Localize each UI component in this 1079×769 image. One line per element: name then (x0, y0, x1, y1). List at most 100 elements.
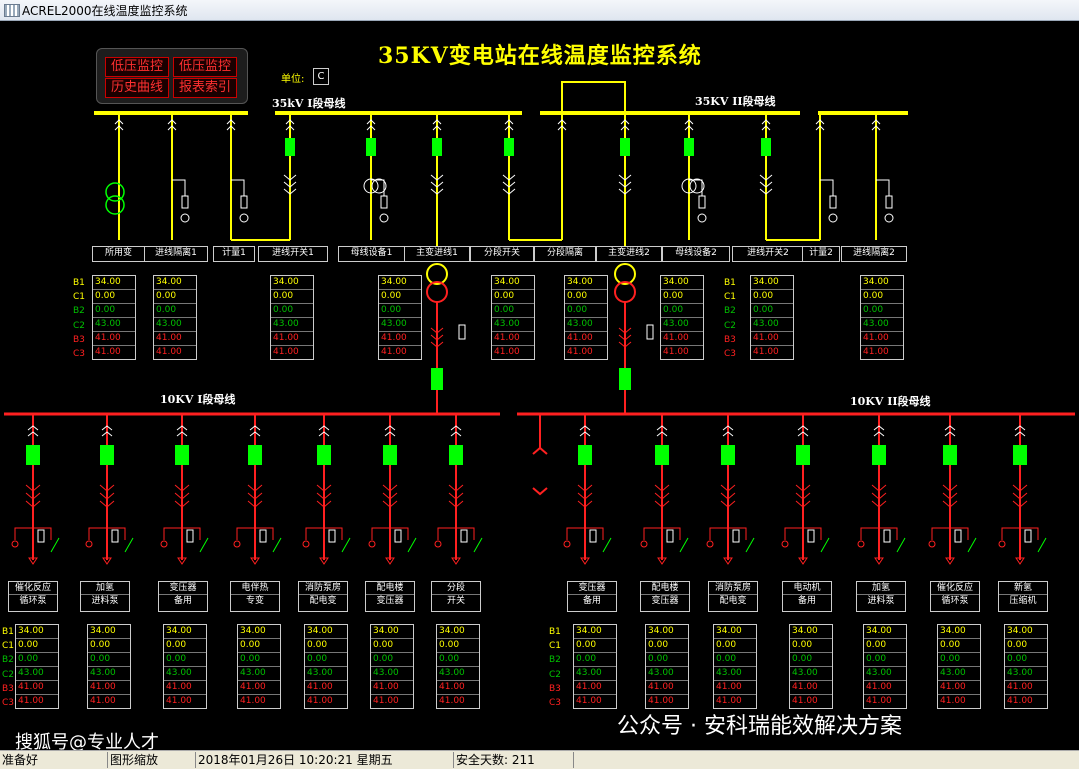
bottom-row-label-left: B3 (2, 683, 14, 694)
bottom-feeder-label-right[interactable]: 消防泵房 配电变 (708, 581, 758, 612)
top-feeder-label[interactable]: 所用变 (92, 246, 145, 262)
bottom-temperature-box-left[interactable]: 34.00 0.00 0.00 43.00 41.00 41.00 (163, 624, 207, 709)
bottom-temperature-box-right[interactable]: 34.00 0.00 0.00 43.00 41.00 41.00 (863, 624, 907, 709)
top-temperature-box[interactable]: 34.00 0.00 0.00 43.00 41.00 41.00 (378, 275, 422, 360)
reading-value: 0.00 (646, 639, 688, 653)
bottom-feeder-label-left[interactable]: 电伴热 专变 (230, 581, 280, 612)
bottom-temperature-box-left[interactable]: 34.00 0.00 0.00 43.00 41.00 41.00 (15, 624, 59, 709)
bottom-row-label-left: B1 (2, 627, 14, 637)
bottom-temperature-box-right[interactable]: 34.00 0.00 0.00 43.00 41.00 41.00 (573, 624, 617, 709)
reading-value: 43.00 (864, 667, 906, 681)
top-temperature-box[interactable]: 34.00 0.00 0.00 43.00 41.00 41.00 (92, 275, 136, 360)
bottom-temperature-box-left[interactable]: 34.00 0.00 0.00 43.00 41.00 41.00 (370, 624, 414, 709)
feeder-switch-icon (820, 537, 830, 553)
bottom-temperature-box-left[interactable]: 34.00 0.00 0.00 43.00 41.00 41.00 (87, 624, 131, 709)
top-temperature-box[interactable]: 34.00 0.00 0.00 43.00 41.00 41.00 (860, 275, 904, 360)
indicator-icon (379, 213, 389, 223)
top-temperature-box[interactable]: 34.00 0.00 0.00 43.00 41.00 41.00 (750, 275, 794, 360)
bottom-feeder-label-left[interactable]: 变压器 备用 (158, 581, 208, 612)
top-row-label-right: B3 (724, 334, 736, 345)
top-temperature-box[interactable]: 34.00 0.00 0.00 43.00 41.00 41.00 (270, 275, 314, 360)
breaker-icon (684, 138, 694, 156)
top-feeder-label[interactable]: 进线隔离1 (144, 246, 208, 262)
reading-value: 41.00 (866, 696, 892, 706)
reading-value: 34.00 (646, 625, 688, 639)
bottom-temperature-box-left[interactable]: 34.00 0.00 0.00 43.00 41.00 41.00 (237, 624, 281, 709)
low-voltage-monitor-button[interactable]: 低压监控 (105, 57, 169, 77)
reading-value: 34.00 (751, 276, 793, 290)
reading-value: 34.00 (371, 625, 413, 639)
reading-value: 0.00 (164, 653, 206, 667)
reading-value: 34.00 (574, 625, 616, 639)
indicator-icon (697, 213, 707, 223)
top-row-label-right: C2 (724, 320, 737, 331)
top-feeder-label[interactable]: 主变进线2 (596, 246, 662, 262)
reading-value: 41.00 (16, 681, 58, 695)
feeder-switch-icon (896, 537, 906, 553)
top-feeder-label[interactable]: 母线设备2 (662, 246, 730, 262)
reading-value: 43.00 (790, 667, 832, 681)
history-curve-button[interactable]: 历史曲线 (105, 78, 169, 98)
feeder-label-line: 备用 (159, 594, 207, 607)
top-feeder-label[interactable]: 进线隔离2 (841, 246, 907, 262)
top-feeder-label[interactable]: 母线设备1 (338, 246, 405, 262)
reading-value: 34.00 (1005, 625, 1047, 639)
bottom-feeder-label-left[interactable]: 分段 开关 (431, 581, 481, 612)
bottom-temperature-box-right[interactable]: 34.00 0.00 0.00 43.00 41.00 41.00 (789, 624, 833, 709)
bottom-row-label-right: C3 (549, 698, 562, 708)
feeder-switch-icon (199, 537, 209, 553)
reading-value: 41.00 (492, 332, 534, 346)
bus-10kv-2-label: 10KV II段母线 (850, 395, 931, 408)
top-feeder-label[interactable]: 分段开关 (470, 246, 534, 262)
top-feeder-label[interactable]: 计量2 (802, 246, 840, 262)
feeder-resistor-icon (1024, 529, 1032, 543)
reading-value: 0.00 (154, 304, 196, 318)
top-feeder-label[interactable]: 分段隔离 (534, 246, 596, 262)
reading-value: 41.00 (567, 347, 593, 357)
reading-value: 0.00 (238, 653, 280, 667)
feeder-breaker-icon (943, 445, 957, 465)
bottom-temperature-box-right[interactable]: 34.00 0.00 0.00 43.00 41.00 41.00 (713, 624, 757, 709)
top-temperature-box[interactable]: 34.00 0.00 0.00 43.00 41.00 41.00 (660, 275, 704, 360)
reading-value: 0.00 (565, 290, 607, 304)
top-temperature-box[interactable]: 34.00 0.00 0.00 43.00 41.00 41.00 (491, 275, 535, 360)
bottom-feeder-label-left[interactable]: 催化反应 循环泵 (8, 581, 58, 612)
bottom-feeder-label-left[interactable]: 加氢 进料泵 (80, 581, 130, 612)
top-temperature-box[interactable]: 34.00 0.00 0.00 43.00 41.00 41.00 (564, 275, 608, 360)
reading-value: 0.00 (238, 639, 280, 653)
unit-value[interactable]: C (313, 68, 329, 85)
top-temperature-box[interactable]: 34.00 0.00 0.00 43.00 41.00 41.00 (153, 275, 197, 360)
bottom-temperature-box-right[interactable]: 34.00 0.00 0.00 43.00 41.00 41.00 (1004, 624, 1048, 709)
bottom-temperature-box-left[interactable]: 34.00 0.00 0.00 43.00 41.00 41.00 (436, 624, 480, 709)
reading-value: 0.00 (574, 639, 616, 653)
reading-value: 34.00 (861, 276, 903, 290)
feeder-label-line: 变压器 (578, 583, 606, 593)
bottom-feeder-label-right[interactable]: 变压器 备用 (567, 581, 617, 612)
bottom-feeder-label-right[interactable]: 配电楼 变压器 (640, 581, 690, 612)
breaker-icon (620, 138, 630, 156)
report-index-button[interactable]: 报表索引 (173, 78, 237, 98)
bottom-feeder-label-right[interactable]: 催化反应 循环泵 (930, 581, 980, 612)
feeder-resistor-icon (259, 529, 267, 543)
bottom-row-label-right: B3 (549, 683, 561, 694)
reading-value: 0.00 (271, 304, 313, 318)
bottom-temperature-box-left[interactable]: 34.00 0.00 0.00 43.00 41.00 41.00 (304, 624, 348, 709)
top-feeder-label[interactable]: 主变进线1 (404, 246, 470, 262)
bottom-temperature-box-right[interactable]: 34.00 0.00 0.00 43.00 41.00 41.00 (937, 624, 981, 709)
top-feeder-label[interactable]: 进线开关1 (258, 246, 328, 262)
bottom-feeder-label-right[interactable]: 新氢 压缩机 (998, 581, 1048, 612)
bottom-feeder-label-right[interactable]: 加氢 进料泵 (856, 581, 906, 612)
indicator-icon (828, 213, 838, 223)
bottom-temperature-box-right[interactable]: 34.00 0.00 0.00 43.00 41.00 41.00 (645, 624, 689, 709)
bottom-feeder-label-left[interactable]: 消防泵房 配电变 (298, 581, 348, 612)
top-feeder-label[interactable]: 进线开关2 (732, 246, 804, 262)
reading-value: 43.00 (271, 318, 313, 332)
reading-value: 34.00 (864, 625, 906, 639)
bottom-feeder-label-right[interactable]: 电动机 备用 (782, 581, 832, 612)
top-feeder-label[interactable]: 计量1 (213, 246, 255, 262)
feeder-label-line: 压缩机 (999, 594, 1047, 607)
reading-value: 41.00 (240, 696, 266, 706)
feeder-label-line: 开关 (432, 594, 480, 607)
low-voltage-monitor-button-2[interactable]: 低压监控 (173, 57, 237, 77)
bottom-feeder-label-left[interactable]: 配电楼 变压器 (365, 581, 415, 612)
